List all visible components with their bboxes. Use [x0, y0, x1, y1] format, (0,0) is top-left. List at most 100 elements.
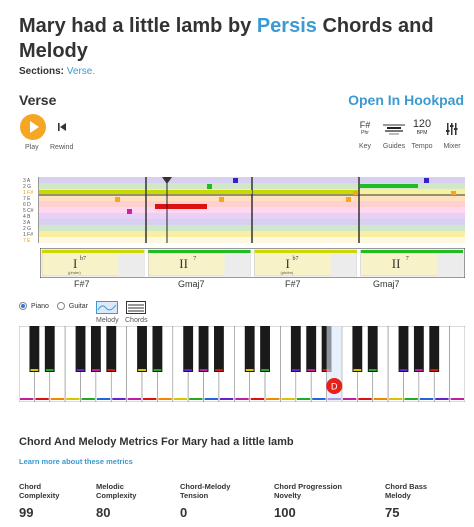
black-key[interactable]: [352, 326, 363, 372]
rewind-label: Rewind: [50, 144, 74, 151]
chord-tone-mark: [451, 191, 456, 195]
key-color-stripe: [50, 398, 65, 400]
key-color-stripe: [81, 398, 95, 400]
black-key[interactable]: [244, 326, 255, 372]
chord-name: F#7: [74, 279, 90, 289]
chord-block[interactable]: Ib7 (phdm): [254, 249, 357, 277]
chord-tone-mark: [424, 178, 429, 183]
mixer-icon: [446, 123, 458, 135]
key-color-stripe: [112, 398, 126, 400]
active-note-label: D: [331, 382, 338, 392]
rewind-icon[interactable]: [57, 122, 67, 132]
black-key[interactable]: [183, 326, 194, 372]
chord-block[interactable]: II 7: [360, 249, 464, 277]
chord-tone-bar: [147, 190, 252, 194]
tempo-value: 120: [412, 118, 432, 130]
melody-view-icon[interactable]: [96, 301, 118, 314]
key-color-stripe: [450, 398, 464, 400]
mixer-tool[interactable]: Mixer: [441, 118, 463, 150]
chords-view-label: Chords: [125, 317, 148, 324]
white-key[interactable]: [449, 326, 465, 402]
section-link-verse[interactable]: Verse.: [67, 66, 95, 77]
play-button[interactable]: [20, 114, 46, 140]
black-key[interactable]: [413, 326, 424, 372]
guides-icon: [383, 124, 405, 135]
piano-radio[interactable]: [19, 302, 27, 310]
chord-tone-mark: [219, 197, 224, 202]
metrics-learn-more-link[interactable]: Learn more about these metrics: [19, 457, 133, 466]
chord-block[interactable]: II 7: [148, 249, 251, 277]
key-color-stripe: [358, 398, 372, 400]
metric-label: Chord: [19, 482, 42, 491]
metric-label: Chord Progression: [274, 482, 342, 491]
chord-superscript: 7: [193, 256, 196, 262]
open-in-hookpad-link[interactable]: Open In Hookpad: [348, 92, 464, 108]
melody-note[interactable]: [155, 204, 207, 209]
chords-view-icon[interactable]: [126, 301, 146, 314]
key-color-stripe: [138, 369, 146, 371]
black-key[interactable]: [367, 326, 378, 372]
artist-link[interactable]: Persis: [257, 15, 317, 37]
key-color-stripe: [215, 369, 223, 371]
black-key[interactable]: [29, 326, 40, 372]
key-color-stripe: [20, 398, 34, 400]
key-color-stripe: [35, 398, 49, 400]
chord-tone-mark: [353, 191, 358, 195]
key-color-stripe: [291, 369, 300, 371]
black-key[interactable]: [398, 326, 409, 372]
guides-tool[interactable]: Guides: [381, 118, 407, 150]
key-color-stripe: [30, 369, 39, 371]
key-color-stripe: [245, 369, 254, 371]
key-color-stripe: [127, 398, 142, 400]
key-color-stripe: [296, 398, 311, 400]
melody-piano-roll[interactable]: 3 A2 G1 F#7 E6 D5 C#4 B3 A2 G1 F#7 E: [19, 177, 465, 243]
key-color-stripe: [404, 398, 418, 400]
chord-name: F#7: [285, 279, 301, 289]
black-key[interactable]: [152, 326, 163, 372]
key-color-stripe: [158, 398, 172, 400]
key-color-stripe: [312, 398, 326, 400]
black-key[interactable]: [44, 326, 55, 372]
piano-keyboard[interactable]: D: [19, 326, 465, 402]
chord-superscript: b7: [293, 256, 299, 262]
key-icon: F#: [359, 120, 371, 130]
black-key[interactable]: [290, 326, 301, 372]
metric-melodic-complexity: Melodic Complexity 80: [96, 482, 137, 519]
key-tool[interactable]: F# Phr Key: [356, 118, 374, 151]
black-key[interactable]: [75, 326, 86, 372]
key-color-stripe: [353, 369, 362, 371]
play-label: Play: [25, 144, 39, 151]
metric-label: Novelty: [274, 491, 302, 500]
key-color-stripe: [143, 398, 157, 400]
key-color-stripe: [96, 398, 111, 400]
black-key[interactable]: [429, 326, 440, 372]
key-color-stripe: [368, 369, 377, 371]
chord-lane[interactable]: Ib7 (phdm) II 7 Ib7 (phdm) II 7: [40, 248, 465, 278]
key-color-stripe: [435, 398, 449, 400]
black-key[interactable]: [106, 326, 117, 372]
guitar-radio[interactable]: [56, 302, 65, 310]
piano-label: Piano: [31, 302, 49, 310]
black-key[interactable]: [90, 326, 101, 372]
key-color-stripe: [173, 398, 188, 400]
metric-progression-novelty: Chord Progression Novelty 100: [274, 482, 342, 519]
song-title: Mary had a little lamb by Persis Chords …: [19, 14, 459, 64]
metrics-title: Chord And Melody Metrics For Mary had a …: [19, 436, 294, 448]
chord-name: Gmaj7: [373, 279, 400, 289]
chord-superscript: b7: [80, 256, 86, 262]
sections-label: Sections:: [19, 66, 65, 77]
metric-label: Complexity: [96, 491, 137, 500]
black-key[interactable]: [260, 326, 270, 372]
chord-names: F#7 Gmaj7 F#7 Gmaj7: [40, 279, 465, 291]
key-color-stripe: [399, 369, 408, 371]
metric-label: Melody: [385, 491, 411, 500]
black-key[interactable]: [214, 326, 224, 372]
tempo-tool[interactable]: 120 BPM Tempo: [411, 118, 433, 151]
black-key[interactable]: [198, 326, 209, 372]
chord-block[interactable]: Ib7 (phdm): [41, 249, 145, 277]
key-color-stripe: [91, 369, 100, 371]
black-key[interactable]: [306, 326, 317, 372]
key-color-stripe: [414, 369, 423, 371]
black-key[interactable]: [137, 326, 147, 372]
key-color-stripe: [250, 398, 265, 400]
